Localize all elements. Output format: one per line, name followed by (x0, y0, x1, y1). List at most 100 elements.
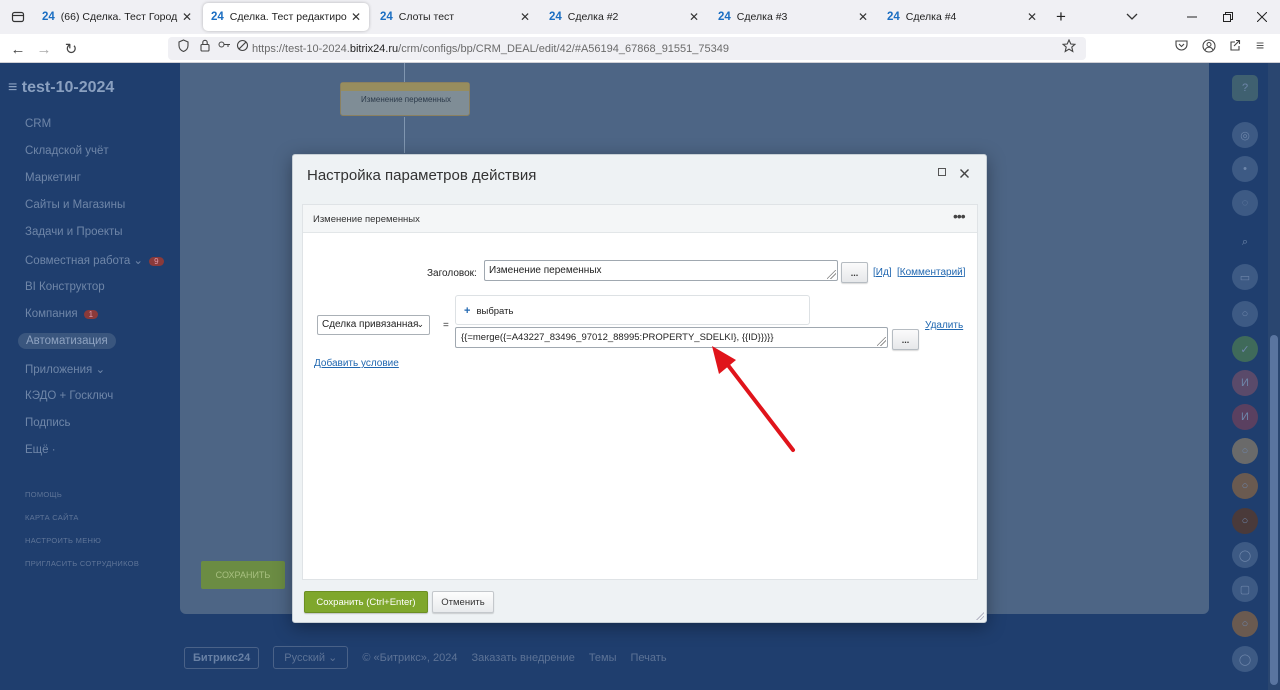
forward-arrow-icon[interactable]: → (33, 38, 55, 60)
menu-item-signature[interactable]: Подпись (25, 417, 71, 429)
bookmark-star-icon[interactable] (1061, 38, 1077, 56)
messenger-icon[interactable]: ▭ (1232, 264, 1258, 290)
url-domain: bitrix24.ru (349, 42, 399, 55)
browser-tab-3[interactable]: 24 Слоты тест ✕ (372, 3, 538, 31)
close-tab-icon[interactable]: ✕ (520, 10, 530, 24)
bell-icon[interactable]: • (1232, 156, 1258, 182)
open-lines-icon[interactable]: ▢ (1232, 576, 1258, 602)
menu-link-sitemap[interactable]: КАРТА САЙТА (25, 513, 79, 522)
pick-value-button[interactable]: + выбрать (455, 295, 810, 325)
menu-item-sites[interactable]: Сайты и Магазины (25, 199, 125, 211)
tracking-blocked-icon[interactable] (236, 39, 249, 55)
new-tab-plus-icon[interactable]: + (1043, 0, 1079, 34)
tab-overflow-chevron-icon[interactable] (1114, 0, 1150, 34)
comment-link[interactable]: [Комментарий] (897, 267, 966, 278)
user-icon[interactable]: ◯ (1232, 646, 1258, 672)
add-condition-link[interactable]: Добавить условие (314, 358, 399, 369)
delete-condition-link[interactable]: Удалить (925, 320, 963, 331)
browser-tab-2-active[interactable]: 24 Сделка. Тест редактирование: ✕ (203, 3, 369, 31)
heading-insert-value-button[interactable]: ... (841, 262, 868, 283)
dialog-resize-icon[interactable] (975, 611, 984, 620)
tab-title: (66) Сделка. Тест Город: Родак (60, 11, 178, 23)
plus-icon: + (464, 305, 471, 317)
save-button[interactable]: Сохранить (Ctrl+Enter) (304, 591, 428, 613)
language-selector[interactable]: Русский ⌄ (273, 646, 349, 669)
resize-grip-icon[interactable] (877, 337, 886, 346)
close-window-icon[interactable] (1244, 0, 1280, 34)
workflow-block-header (341, 83, 469, 91)
scrollbar-thumb[interactable] (1270, 335, 1278, 685)
id-link[interactable]: [Ид] (873, 267, 892, 278)
search-icon[interactable]: ⌕ (1232, 229, 1258, 255)
address-bar[interactable]: https://test-10-2024. bitrix24.ru/crm/con… (168, 37, 1086, 60)
minimize-window-icon[interactable] (1174, 0, 1210, 34)
help-icon[interactable]: ? (1232, 75, 1258, 101)
shield-icon[interactable] (178, 39, 189, 55)
menu-item-marketing[interactable]: Маркетинг (25, 172, 81, 184)
account-icon[interactable] (1202, 39, 1216, 56)
contact-avatar-icon[interactable]: ✓ (1232, 336, 1258, 362)
contact-avatar-icon[interactable]: ○ (1232, 473, 1258, 499)
more-options-icon[interactable]: ••• (953, 208, 966, 224)
contact-avatar-icon[interactable]: И (1232, 370, 1258, 396)
menu-link-configure[interactable]: НАСТРОИТЬ МЕНЮ (25, 536, 101, 545)
footer-themes-link[interactable]: Темы (589, 652, 617, 664)
contact-avatar-icon[interactable]: И (1232, 404, 1258, 430)
heading-input[interactable]: Изменение переменных (484, 260, 838, 281)
browser-tab-1[interactable]: 24 (66) Сделка. Тест Город: Родак ✕ (34, 3, 200, 31)
menu-item-apps[interactable]: Приложения ⌄ (25, 362, 105, 376)
menu-item-collaboration[interactable]: Совместная работа ⌄ 9 (25, 253, 164, 267)
tab-list-icon[interactable] (0, 0, 36, 34)
footer-order-link[interactable]: Заказать внедрение (471, 652, 574, 664)
menu-item-inventory[interactable]: Складской учёт (25, 145, 109, 157)
variable-select[interactable]: Сделка привязанная ⌄ (317, 315, 430, 335)
maximize-icon[interactable] (938, 167, 952, 181)
group-chat-icon[interactable]: ◯ (1232, 542, 1258, 568)
tab-title: Слоты тест (398, 11, 455, 23)
lock-icon[interactable] (200, 39, 210, 55)
close-tab-icon[interactable]: ✕ (1027, 10, 1037, 24)
contact-avatar-icon[interactable]: ○ (1232, 438, 1258, 464)
browser-menu-icon[interactable]: ≡ (1256, 37, 1264, 53)
menu-item-kedo[interactable]: КЭДО + Госключ (25, 390, 113, 402)
chat-icon[interactable]: ◌ (1232, 190, 1258, 216)
browser-tab-6[interactable]: 24 Сделка #4 ✕ (879, 3, 1045, 31)
close-tab-icon[interactable]: ✕ (351, 10, 361, 24)
browser-tab-4[interactable]: 24 Сделка #2 ✕ (541, 3, 707, 31)
close-dialog-icon[interactable] (960, 165, 974, 181)
background-save-button[interactable]: СОХРАНИТЬ (201, 561, 285, 589)
restore-window-icon[interactable] (1210, 0, 1246, 34)
share-icon[interactable] (1228, 39, 1241, 55)
workflow-block[interactable]: Изменение переменных (340, 82, 470, 116)
notifications-icon[interactable]: ◎ (1232, 122, 1258, 148)
contact-avatar-icon[interactable]: ○ (1232, 611, 1258, 637)
menu-item-crm[interactable]: CRM (25, 118, 51, 130)
page-scrollbar[interactable] (1268, 63, 1280, 690)
menu-link-help[interactable]: ПОМОЩЬ (25, 490, 62, 499)
menu-item-tasks[interactable]: Задачи и Проекты (25, 226, 123, 238)
pocket-icon[interactable] (1175, 39, 1188, 54)
footer-print-link[interactable]: Печать (631, 652, 667, 664)
cancel-button[interactable]: Отменить (432, 591, 494, 613)
back-arrow-icon[interactable]: ← (7, 38, 29, 60)
close-tab-icon[interactable]: ✕ (182, 10, 192, 24)
close-tab-icon[interactable]: ✕ (858, 10, 868, 24)
menu-item-more[interactable]: Ещё · (25, 444, 56, 456)
menu-link-invite[interactable]: ПРИГЛАСИТЬ СОТРУДНИКОВ (25, 559, 139, 568)
permissions-icon[interactable] (218, 39, 231, 53)
menu-item-label: Компания (25, 308, 78, 320)
contact-avatar-icon[interactable]: ○ (1232, 508, 1258, 534)
expression-insert-value-button[interactable]: ... (892, 329, 919, 350)
comment-link-text: Комментарий (899, 267, 963, 278)
browser-tab-5[interactable]: 24 Сделка #3 ✕ (710, 3, 876, 31)
menu-item-bi[interactable]: BI Конструктор (25, 281, 105, 293)
menu-item-label: Ещё (25, 444, 49, 456)
resize-grip-icon[interactable] (827, 270, 836, 279)
menu-item-company[interactable]: Компания 1 (25, 308, 99, 320)
contact-avatar-icon[interactable]: ○ (1232, 301, 1258, 327)
reload-icon[interactable]: ↻ (60, 38, 82, 60)
expression-input[interactable]: {{=merge({=A43227_83496_97012_88995:PROP… (455, 327, 888, 348)
portal-title[interactable]: ≡ test-10-2024 (8, 79, 114, 97)
close-tab-icon[interactable]: ✕ (689, 10, 699, 24)
menu-item-automation[interactable]: Автоматизация (18, 333, 116, 349)
